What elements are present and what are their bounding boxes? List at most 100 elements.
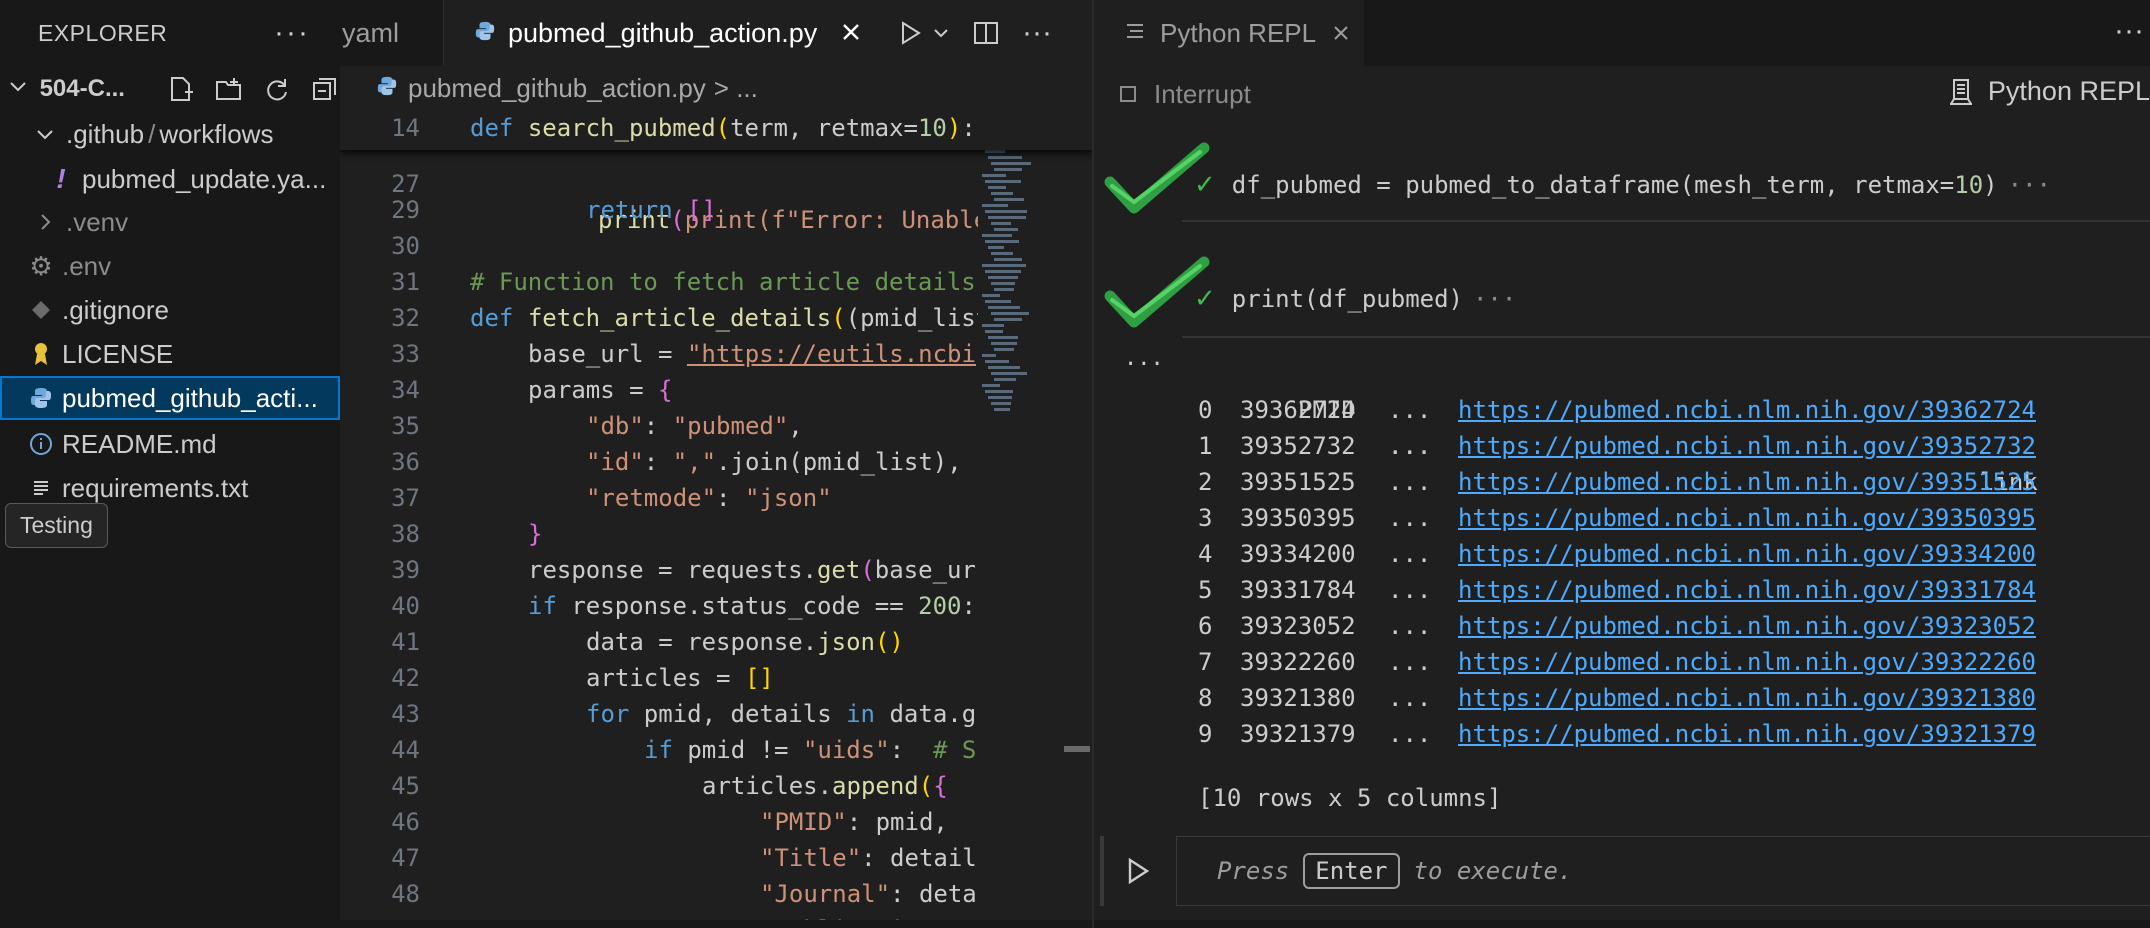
refresh-icon[interactable] bbox=[262, 74, 292, 104]
kernel-picker[interactable]: Python REPL bbox=[1946, 76, 2150, 107]
pubmed-link[interactable]: https://pubmed.ncbi.nlm.nih.gov/39362724 bbox=[1458, 392, 2036, 428]
yaml-exclamation-icon: ! bbox=[56, 163, 66, 194]
check-icon: ✓ bbox=[1194, 284, 1216, 314]
chevron-down-icon[interactable] bbox=[932, 24, 950, 42]
row-index: 2 bbox=[1198, 468, 1213, 496]
info-icon bbox=[26, 432, 56, 456]
enter-key-hint: Enter bbox=[1303, 853, 1400, 889]
table-row: 1 39352732... https://pubmed.ncbi.nlm.nih.… bbox=[1094, 428, 2150, 464]
tree-item-gitignore[interactable]: .gitignore bbox=[0, 288, 340, 332]
explorer-more-button[interactable]: ··· bbox=[274, 16, 310, 50]
python-icon bbox=[26, 386, 56, 410]
row-index: 6 bbox=[1198, 612, 1213, 640]
chevron-down-icon bbox=[30, 124, 60, 144]
table-row: 3 39350395... https://pubmed.ncbi.nlm.nih.… bbox=[1094, 500, 2150, 536]
row-index: 7 bbox=[1198, 648, 1213, 676]
scrollbar-thumb[interactable] bbox=[1064, 746, 1090, 752]
check-icon: ✓ bbox=[1194, 170, 1216, 200]
table-row: 0 39362724... https://pubmed.ncbi.nlm.nih.… bbox=[1094, 392, 2150, 428]
row-ellipsis: ... bbox=[1388, 396, 1432, 424]
collapse-all-icon[interactable] bbox=[310, 74, 340, 104]
pubmed-link[interactable]: https://pubmed.ncbi.nlm.nih.gov/39321379 bbox=[1458, 716, 2036, 752]
sticky-scroll-line[interactable]: 14 def search_pubmed(term, retmax=10): bbox=[340, 110, 1092, 150]
pubmed-link[interactable]: https://pubmed.ncbi.nlm.nih.gov/39323052 bbox=[1458, 608, 2036, 644]
tab-title: pubmed_github_action.py bbox=[508, 17, 818, 48]
table-row: 9 39321379... https://pubmed.ncbi.nlm.nih.… bbox=[1094, 716, 2150, 752]
git-icon bbox=[26, 299, 56, 321]
tree-item-readme[interactable]: README.md bbox=[0, 422, 340, 466]
close-icon[interactable] bbox=[841, 16, 861, 50]
python-icon bbox=[376, 73, 398, 104]
row-ellipsis: ... bbox=[1388, 684, 1432, 712]
table-row: 2 39351525... https://pubmed.ncbi.nlm.nih.… bbox=[1094, 464, 2150, 500]
new-file-icon[interactable] bbox=[166, 74, 196, 104]
explorer-header: EXPLORER ··· bbox=[0, 0, 340, 66]
chevron-down-icon bbox=[8, 76, 38, 102]
text-file-icon bbox=[26, 478, 56, 498]
row-ellipsis: ... bbox=[1388, 720, 1432, 748]
table-row: 7 39322260... https://pubmed.ncbi.nlm.nih.… bbox=[1094, 644, 2150, 680]
row-ellipsis: ... bbox=[1388, 576, 1432, 604]
tab-python-repl[interactable]: Python REPL bbox=[1094, 0, 1364, 66]
table-row: 6 39323052... https://pubmed.ncbi.nlm.nih.… bbox=[1094, 608, 2150, 644]
run-icon[interactable] bbox=[1124, 856, 1152, 886]
new-folder-icon[interactable] bbox=[214, 74, 244, 104]
more-actions-icon[interactable]: ··· bbox=[2114, 14, 2144, 48]
tree-item-github-workflows[interactable]: .github / workflows bbox=[0, 112, 340, 156]
row-index: 9 bbox=[1198, 720, 1213, 748]
pubmed-link[interactable]: https://pubmed.ncbi.nlm.nih.gov/39350395 bbox=[1458, 500, 2036, 536]
row-pmid: 39321380 bbox=[1240, 684, 1356, 712]
editor-tabs: yaml pubmed_github_action.py ··· bbox=[340, 0, 1218, 66]
output-summary: [10 rows x 5 columns] bbox=[1198, 784, 1502, 812]
row-ellipsis: ... bbox=[1388, 612, 1432, 640]
pubmed-link[interactable]: https://pubmed.ncbi.nlm.nih.gov/39331784 bbox=[1458, 572, 2036, 608]
repl-toolbar: Interrupt Python REPL bbox=[1094, 66, 2150, 122]
cell-more-icon[interactable]: ··· bbox=[2008, 171, 2051, 199]
row-pmid: 39350395 bbox=[1240, 504, 1356, 532]
cell-more-icon[interactable]: ··· bbox=[1473, 285, 1516, 313]
pubmed-link[interactable]: https://pubmed.ncbi.nlm.nih.gov/39352732 bbox=[1458, 428, 2036, 464]
breadcrumb-file[interactable]: pubmed_github_action.py bbox=[408, 73, 706, 104]
cell-code: print(df_pubmed) bbox=[1231, 285, 1463, 313]
row-pmid: 39331784 bbox=[1240, 576, 1356, 604]
code-editor: yaml pubmed_github_action.py ··· pubmed_… bbox=[340, 0, 1218, 928]
row-ellipsis: ... bbox=[1388, 468, 1432, 496]
tree-item-pubmed-github-action[interactable]: pubmed_github_acti... bbox=[0, 376, 340, 420]
tree-item-venv[interactable]: .venv bbox=[0, 200, 340, 244]
row-index: 0 bbox=[1198, 396, 1213, 424]
tree-item-env[interactable]: ⚙ .env bbox=[0, 244, 340, 288]
interrupt-button[interactable]: Interrupt bbox=[1120, 79, 1251, 110]
tree-item-label: .github bbox=[66, 118, 145, 149]
close-icon[interactable] bbox=[1332, 18, 1350, 49]
list-icon bbox=[1124, 18, 1146, 49]
license-icon bbox=[26, 341, 56, 367]
chevron-right-icon bbox=[30, 212, 60, 232]
row-ellipsis: ... bbox=[1388, 432, 1432, 460]
split-editor-icon[interactable] bbox=[972, 19, 1000, 47]
row-index: 3 bbox=[1198, 504, 1213, 532]
repl-input[interactable]: Press Enter to execute. bbox=[1176, 836, 2150, 906]
row-pmid: 39322260 bbox=[1240, 648, 1356, 676]
table-row: 8 39321380... https://pubmed.ncbi.nlm.nih.… bbox=[1094, 680, 2150, 716]
kernel-icon bbox=[1949, 78, 1972, 105]
repl-tabs: Python REPL ··· bbox=[1094, 0, 2150, 66]
minimap[interactable] bbox=[978, 110, 1078, 928]
tree-item-label: workflows bbox=[159, 118, 274, 149]
pubmed-link[interactable]: https://pubmed.ncbi.nlm.nih.gov/39334200 bbox=[1458, 536, 2036, 572]
table-row: 4 39334200... https://pubmed.ncbi.nlm.nih.… bbox=[1094, 536, 2150, 572]
breadcrumb-tail[interactable]: > ... bbox=[714, 73, 758, 104]
row-pmid: 39321379 bbox=[1240, 720, 1356, 748]
table-row: 5 39331784... https://pubmed.ncbi.nlm.nih.… bbox=[1094, 572, 2150, 608]
run-icon[interactable] bbox=[896, 19, 924, 47]
tree-item-license[interactable]: LICENSE bbox=[0, 332, 340, 376]
tree-item-pubmed-update[interactable]: ! pubmed_update.ya... bbox=[0, 157, 340, 201]
pubmed-link[interactable]: https://pubmed.ncbi.nlm.nih.gov/39351525 bbox=[1458, 464, 2036, 500]
tree-item-label: .env bbox=[62, 250, 112, 281]
pubmed-link[interactable]: https://pubmed.ncbi.nlm.nih.gov/39321380 bbox=[1458, 680, 2036, 716]
explorer-title: EXPLORER bbox=[38, 19, 168, 46]
tab-yaml[interactable]: yaml bbox=[340, 0, 444, 66]
more-actions-icon[interactable]: ··· bbox=[1022, 16, 1052, 50]
row-pmid: 39362724 bbox=[1240, 396, 1356, 424]
project-folder-row[interactable]: 504-C... bbox=[0, 66, 340, 112]
pubmed-link[interactable]: https://pubmed.ncbi.nlm.nih.gov/39322260 bbox=[1458, 644, 2036, 680]
